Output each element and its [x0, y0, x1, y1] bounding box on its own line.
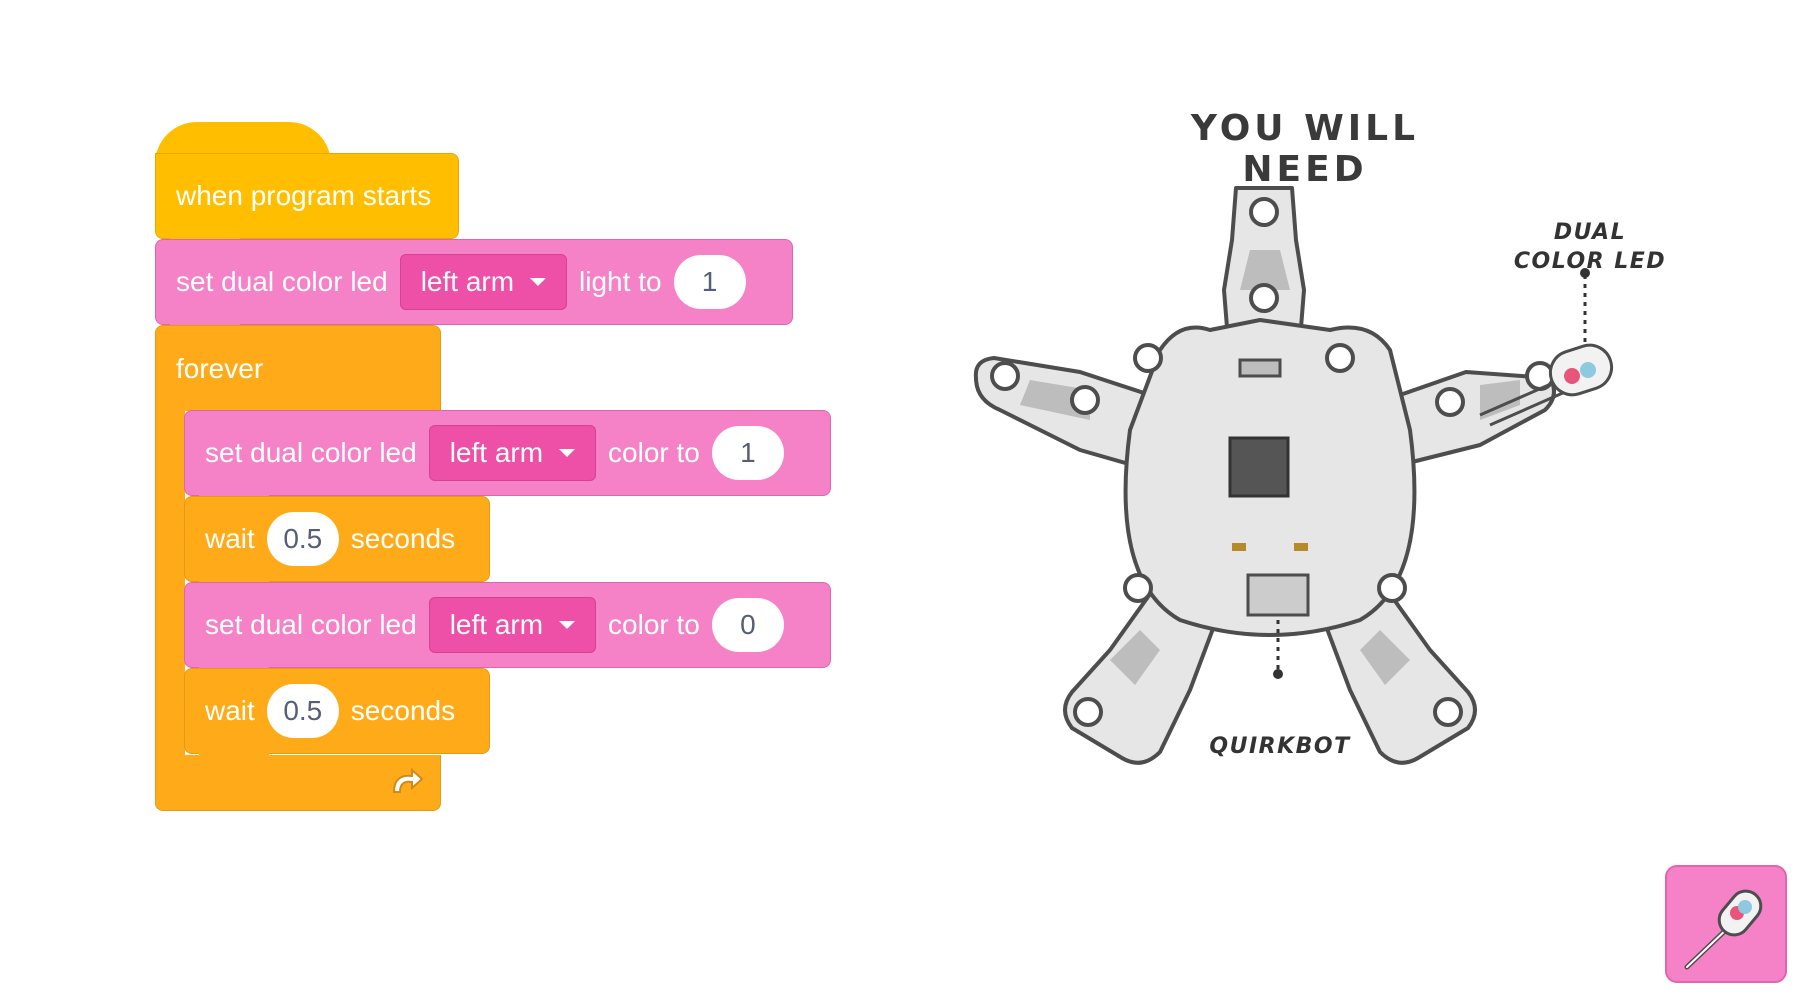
- forever-label: forever: [176, 352, 264, 384]
- color-to-label: color to: [608, 437, 700, 468]
- set-led-light-block[interactable]: set dual color led left arm light to 1: [155, 239, 793, 337]
- wait-label: wait: [205, 695, 255, 726]
- dual-color-led-icon[interactable]: [1665, 865, 1787, 983]
- dropdown-caret-icon: [530, 278, 547, 286]
- dual-color-led-callout-line2: COLOR LED: [1513, 249, 1667, 274]
- dropdown-caret-icon: [559, 621, 576, 629]
- color-value-input[interactable]: 0: [711, 598, 784, 652]
- arm-dropdown[interactable]: left arm: [428, 425, 597, 481]
- wait-notch: [199, 753, 269, 766]
- set-led-color-block-1[interactable]: set dual color led left arm color to 1: [184, 410, 831, 508]
- arm-dropdown-value: left arm: [420, 266, 515, 297]
- wait-seconds-input[interactable]: 0.5: [266, 512, 339, 566]
- dual-color-led-callout: DUAL COLOR LED: [1500, 218, 1680, 276]
- set-led-color-block-2[interactable]: set dual color led left arm color to 0: [184, 582, 831, 680]
- light-to-label: light to: [579, 266, 662, 297]
- wait-block-1[interactable]: wait 0.5 seconds: [184, 496, 490, 594]
- dual-color-led-callout-line1: DUAL: [1553, 220, 1627, 245]
- light-value-input[interactable]: 1: [673, 255, 746, 309]
- arm-dropdown-value: left arm: [449, 437, 544, 468]
- hat-block-label: when program starts: [176, 180, 432, 211]
- you-will-need-title: YOU WILL NEED: [1190, 108, 1420, 190]
- arm-dropdown[interactable]: left arm: [428, 597, 597, 653]
- seconds-label: seconds: [350, 695, 456, 726]
- quirkbot-callout: QUIRKBOT: [1209, 734, 1351, 759]
- forever-block-top: forever: [155, 325, 441, 411]
- arm-dropdown[interactable]: left arm: [399, 254, 568, 310]
- forever-block-arm: [155, 408, 185, 765]
- wait-seconds-input[interactable]: 0.5: [266, 684, 339, 738]
- wait-label: wait: [205, 523, 255, 554]
- loop-arrow-icon: [392, 767, 424, 793]
- set-led-color-label: set dual color led: [205, 437, 417, 468]
- color-value-input[interactable]: 1: [711, 426, 784, 480]
- set-led-color-label: set dual color led: [205, 609, 417, 640]
- seconds-label: seconds: [350, 523, 456, 554]
- forever-block-bottom: [155, 755, 441, 811]
- hat-block-when-program-starts[interactable]: when program starts: [155, 153, 459, 251]
- dropdown-caret-icon: [559, 449, 576, 457]
- set-led-light-label: set dual color led: [176, 266, 388, 297]
- wait-block-2[interactable]: wait 0.5 seconds: [184, 668, 490, 766]
- arm-dropdown-value: left arm: [449, 609, 544, 640]
- color-to-label: color to: [608, 609, 700, 640]
